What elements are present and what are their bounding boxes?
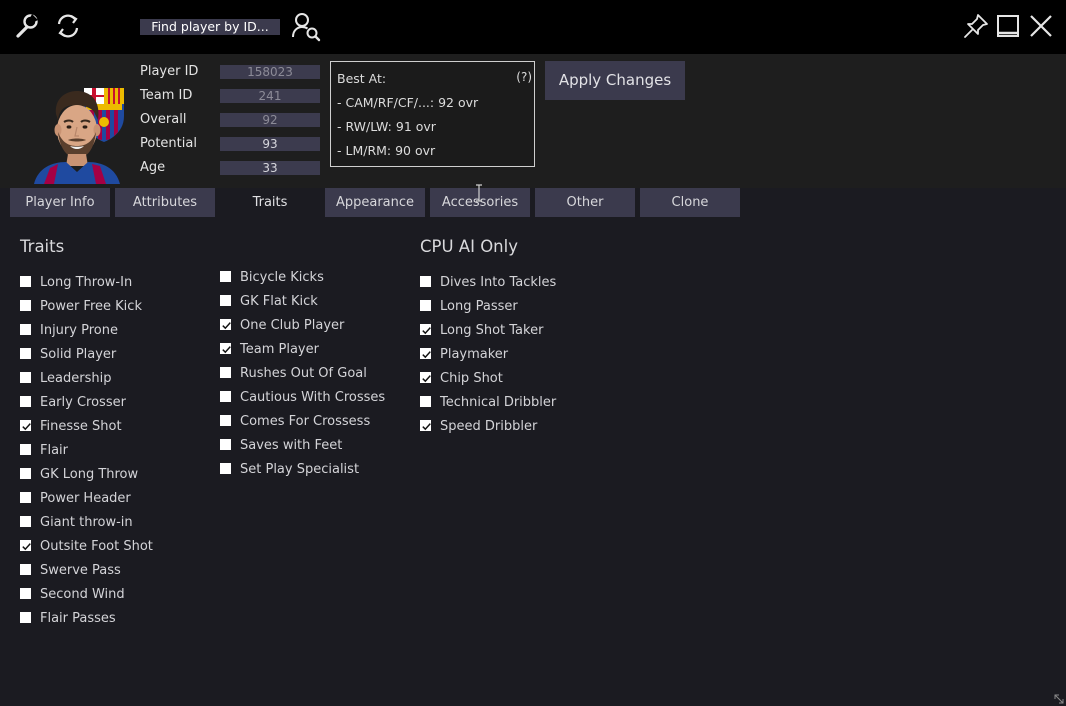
checkbox-label: Dives Into Tackles — [440, 275, 557, 290]
checkbox-unchecked-icon[interactable] — [220, 415, 231, 426]
apply-changes-button[interactable]: Apply Changes — [545, 61, 685, 100]
potential-field[interactable]: 93 — [220, 137, 320, 151]
checkbox-unchecked-icon[interactable] — [20, 444, 31, 455]
user-search-icon[interactable] — [290, 10, 322, 42]
checkbox-label: Long Passer — [440, 299, 518, 314]
checkbox-label: Outsite Foot Shot — [40, 539, 153, 554]
checkbox-label: One Club Player — [240, 318, 345, 333]
checkbox-label: GK Flat Kick — [240, 294, 318, 309]
team-id-field: 241 — [220, 89, 320, 103]
checkbox-unchecked-icon[interactable] — [220, 463, 231, 474]
team-id-label: Team ID — [140, 88, 193, 103]
checkbox-label: Flair — [40, 443, 69, 458]
best-at-help[interactable]: (?) — [516, 70, 532, 84]
pin-icon[interactable] — [962, 12, 990, 40]
checkbox-checked-icon[interactable] — [20, 420, 31, 431]
checkbox-label: Giant throw-in — [40, 515, 133, 530]
tab-other[interactable]: Other — [535, 188, 635, 217]
best-at-line: - RW/LW: 91 ovr — [337, 119, 436, 134]
checkbox-label: Chip Shot — [440, 371, 503, 386]
checkbox-label: GK Long Throw — [40, 467, 139, 482]
checkbox-unchecked-icon[interactable] — [20, 492, 31, 503]
checkbox-unchecked-icon[interactable] — [220, 367, 231, 378]
checkbox-unchecked-icon[interactable] — [420, 276, 431, 287]
checkbox-label: Technical Dribbler — [440, 395, 557, 410]
checkbox-label: Power Header — [40, 491, 131, 506]
checkbox-unchecked-icon[interactable] — [20, 372, 31, 383]
checkbox-label: Team Player — [240, 342, 319, 357]
best-at-line: - LM/RM: 90 ovr — [337, 143, 436, 158]
cpu-ai-heading: CPU AI Only — [420, 237, 518, 256]
checkbox-checked-icon[interactable] — [420, 324, 431, 335]
checkbox-label: Bicycle Kicks — [240, 270, 324, 285]
best-at-line: - CAM/RF/CF/...: 92 ovr — [337, 95, 479, 110]
player-id-field: 158023 — [220, 65, 320, 79]
checkbox-label: Solid Player — [40, 347, 117, 362]
checkbox-unchecked-icon[interactable] — [20, 468, 31, 479]
checkbox-unchecked-icon[interactable] — [220, 391, 231, 402]
checkbox-label: Rushes Out Of Goal — [240, 366, 367, 381]
checkbox-unchecked-icon[interactable] — [20, 612, 31, 623]
overall-label: Overall — [140, 112, 187, 127]
wrench-icon[interactable] — [12, 12, 40, 40]
checkbox-unchecked-icon[interactable] — [220, 295, 231, 306]
checkbox-unchecked-icon[interactable] — [20, 516, 31, 527]
checkbox-label: Leadership — [40, 371, 112, 386]
potential-label: Potential — [140, 136, 197, 151]
best-at-title: Best At: — [337, 71, 387, 86]
close-icon[interactable] — [1029, 14, 1053, 38]
checkbox-label: Finesse Shot — [40, 419, 122, 434]
resize-grip-icon[interactable] — [1054, 694, 1064, 704]
checkbox-unchecked-icon[interactable] — [20, 348, 31, 359]
tab-player-info[interactable]: Player Info — [10, 188, 110, 217]
checkbox-unchecked-icon[interactable] — [20, 588, 31, 599]
checkbox-checked-icon[interactable] — [420, 420, 431, 431]
checkbox-checked-icon[interactable] — [220, 343, 231, 354]
checkbox-label: Long Shot Taker — [440, 323, 544, 338]
checkbox-label: Second Wind — [40, 587, 125, 602]
checkbox-label: Playmaker — [440, 347, 509, 362]
player-avatar — [34, 88, 124, 184]
tab-clone[interactable]: Clone — [640, 188, 740, 217]
checkbox-checked-icon[interactable] — [20, 540, 31, 551]
checkbox-label: Flair Passes — [40, 611, 116, 626]
checkbox-unchecked-icon[interactable] — [20, 300, 31, 311]
checkbox-label: Swerve Pass — [40, 563, 121, 578]
checkbox-checked-icon[interactable] — [420, 372, 431, 383]
checkbox-label: Long Throw-In — [40, 275, 133, 290]
age-field[interactable]: 33 — [220, 161, 320, 175]
checkbox-checked-icon[interactable] — [220, 319, 231, 330]
checkbox-checked-icon[interactable] — [420, 348, 431, 359]
text-cursor-icon — [476, 184, 482, 202]
best-at-panel: Best At: (?) - CAM/RF/CF/...: 92 ovr - R… — [330, 61, 535, 167]
checkbox-unchecked-icon[interactable] — [20, 564, 31, 575]
checkbox-unchecked-icon[interactable] — [20, 396, 31, 407]
checkbox-label: Saves with Feet — [240, 438, 343, 453]
checkbox-unchecked-icon[interactable] — [20, 276, 31, 287]
traits-heading: Traits — [20, 237, 65, 256]
player-id-label: Player ID — [140, 64, 199, 79]
checkbox-label: Cautious With Crosses — [240, 390, 386, 405]
title-bar: Find player by ID... — [0, 0, 1066, 54]
overall-field: 92 — [220, 113, 320, 127]
refresh-icon[interactable] — [54, 12, 82, 40]
checkbox-unchecked-icon[interactable] — [220, 439, 231, 450]
checkbox-unchecked-icon[interactable] — [20, 324, 31, 335]
minimize-icon[interactable] — [996, 14, 1020, 38]
age-label: Age — [140, 160, 166, 175]
checkbox-unchecked-icon[interactable] — [420, 300, 431, 311]
tab-attributes[interactable]: Attributes — [115, 188, 215, 217]
find-player-button[interactable]: Find player by ID... — [140, 19, 280, 35]
checkbox-unchecked-icon[interactable] — [420, 396, 431, 407]
checkbox-label: Early Crosser — [40, 395, 126, 410]
checkbox-label: Injury Prone — [40, 323, 118, 338]
tab-traits[interactable]: Traits — [220, 188, 320, 217]
checkbox-label: Speed Dribbler — [440, 419, 538, 434]
checkbox-label: Power Free Kick — [40, 299, 142, 314]
checkbox-label: Comes For Crossess — [240, 414, 371, 429]
tab-appearance[interactable]: Appearance — [325, 188, 425, 217]
checkbox-label: Set Play Specialist — [240, 462, 360, 477]
checkbox-unchecked-icon[interactable] — [220, 271, 231, 282]
